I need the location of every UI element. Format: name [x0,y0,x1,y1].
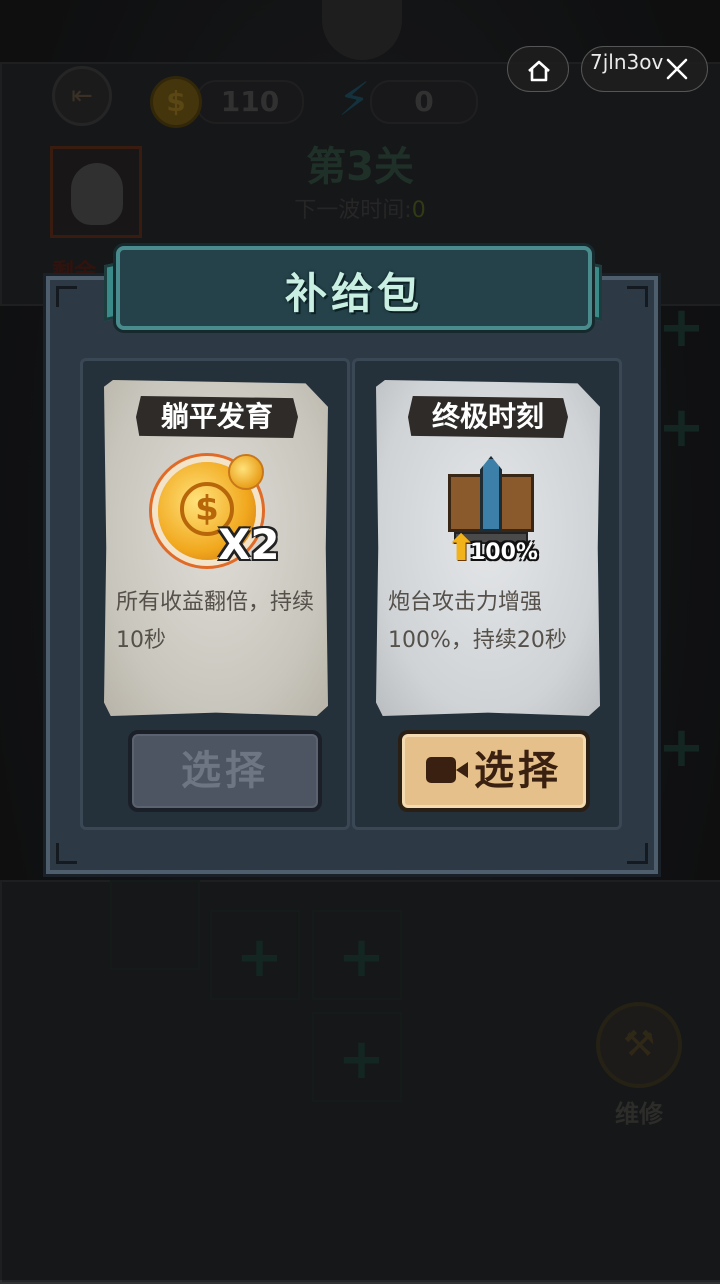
small-coin-icon [228,454,264,490]
dialog-corner [56,286,77,307]
dialog-title: 补给包 [284,269,423,318]
select-button-disabled[interactable]: 选择 [128,730,322,812]
home-button[interactable] [507,46,569,92]
option-name: 终极时刻 [408,396,568,438]
video-icon [426,757,468,783]
select-button-label: 选择 [474,748,562,794]
dialog-corner [627,843,648,864]
close-icon[interactable] [664,56,690,82]
home-icon [528,60,550,82]
option-description: 所有收益翻倍，持续10秒 [116,590,315,653]
select-button-watch-video[interactable]: 选择 [398,730,590,812]
dialog-corner [627,286,648,307]
option-description: 炮台攻击力增强100%，持续20秒 [388,590,567,653]
capsule-id-text: 7jln3ov [590,50,664,74]
option-name: 躺平发育 [136,396,298,438]
dialog-corner [56,843,77,864]
attack-bonus-badge: 100% [470,540,538,565]
multiplier-badge: X2 [218,520,280,569]
